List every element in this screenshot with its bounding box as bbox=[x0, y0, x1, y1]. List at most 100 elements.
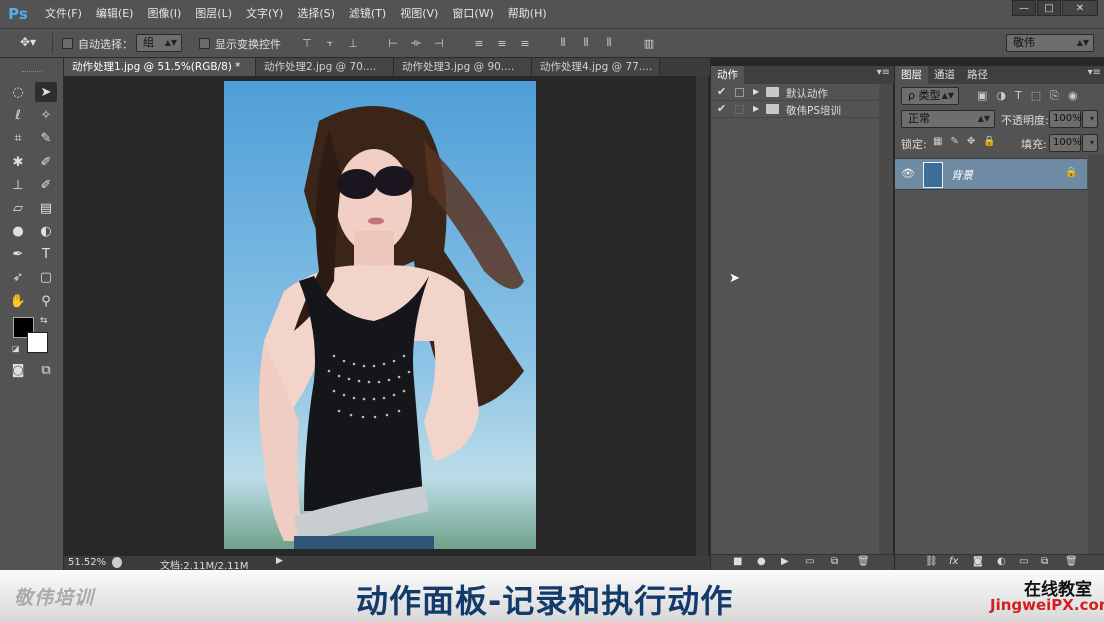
new-set-icon[interactable]: ▭ bbox=[805, 556, 814, 567]
type-tool-icon[interactable]: T bbox=[35, 244, 57, 264]
doc-tab-4[interactable]: 动作处理4.jpg @ 77.... bbox=[532, 58, 660, 76]
link-layers-icon[interactable]: ⛓ bbox=[925, 556, 938, 567]
clone-stamp-icon[interactable]: ⊥ bbox=[7, 175, 29, 195]
adjustment-layer-icon[interactable]: ◐ bbox=[997, 556, 1006, 567]
play-icon[interactable]: ▶ bbox=[781, 556, 789, 567]
pixel-filter-icon[interactable]: ▣ bbox=[977, 89, 987, 103]
expand-arrow-icon[interactable]: ▶ bbox=[753, 87, 759, 96]
eyedropper-icon[interactable]: ✎ bbox=[35, 128, 57, 148]
lock-all-icon[interactable]: 🔒 bbox=[983, 136, 995, 147]
pen-tool-icon[interactable]: ✒ bbox=[7, 244, 29, 264]
align-right-icon[interactable]: ⊣ bbox=[432, 36, 446, 50]
tab-layers[interactable]: 图层 bbox=[895, 66, 928, 84]
adjustment-filter-icon[interactable]: ◑ bbox=[996, 89, 1006, 103]
document-photo[interactable] bbox=[224, 81, 536, 549]
menu-window[interactable]: 窗口(W) bbox=[445, 0, 500, 28]
brush-tool-icon[interactable]: ✐ bbox=[35, 152, 57, 172]
menu-view[interactable]: 视图(V) bbox=[393, 0, 445, 28]
auto-align-icon[interactable]: ▥ bbox=[642, 36, 656, 50]
gradient-tool-icon[interactable]: ▤ bbox=[35, 198, 57, 218]
smart-object-filter-icon[interactable]: ⎘ bbox=[1050, 89, 1059, 103]
zoom-level[interactable]: 51.52% bbox=[68, 557, 106, 568]
shape-tool-icon[interactable]: ▢ bbox=[35, 267, 57, 287]
distribute-left-icon[interactable]: ⦀ bbox=[556, 36, 570, 50]
menu-help[interactable]: 帮助(H) bbox=[501, 0, 554, 28]
blend-mode-dropdown[interactable]: 正常 ▲▼ bbox=[901, 110, 995, 128]
distribute-bottom-icon[interactable]: ≡ bbox=[518, 36, 532, 50]
type-filter-icon[interactable]: T bbox=[1015, 89, 1022, 103]
menu-type[interactable]: 文字(Y) bbox=[239, 0, 290, 28]
align-hcenter-icon[interactable]: ⟛ bbox=[409, 36, 423, 50]
align-left-icon[interactable]: ⊢ bbox=[386, 36, 400, 50]
actions-scrollbar[interactable] bbox=[879, 84, 893, 554]
magic-wand-icon[interactable]: ✧ bbox=[35, 105, 57, 125]
layer-filter-dropdown[interactable]: ρ 类型 ▲▼ bbox=[901, 87, 959, 105]
action-set-row[interactable]: ✔ ▶ 默认动作 bbox=[711, 84, 879, 101]
default-colors-icon[interactable]: ◪ bbox=[12, 344, 20, 353]
menu-filter[interactable]: 滤镜(T) bbox=[342, 0, 393, 28]
close-button[interactable]: ✕ bbox=[1062, 0, 1098, 16]
doc-tab-2[interactable]: 动作处理2.jpg @ 70.... bbox=[256, 58, 394, 76]
fill-dropdown[interactable]: ▾ bbox=[1082, 134, 1098, 152]
new-group-icon[interactable]: ▭ bbox=[1019, 556, 1028, 567]
filter-toggle-icon[interactable]: ◉ bbox=[1068, 89, 1078, 103]
fx-icon[interactable]: fx bbox=[949, 556, 958, 567]
auto-select-checkbox[interactable] bbox=[62, 38, 73, 49]
fill-input[interactable]: 100% bbox=[1049, 134, 1082, 152]
record-icon[interactable]: ● bbox=[757, 556, 766, 567]
menu-image[interactable]: 图像(I) bbox=[140, 0, 188, 28]
distribute-hcenter-icon[interactable]: ⦀ bbox=[579, 36, 593, 50]
swap-colors-icon[interactable]: ⇆ bbox=[40, 316, 48, 326]
path-select-icon[interactable]: ➶ bbox=[7, 267, 29, 287]
doc-tab-1[interactable]: 动作处理1.jpg @ 51.5%(RGB/8) * bbox=[64, 58, 256, 76]
distribute-top-icon[interactable]: ≡ bbox=[472, 36, 486, 50]
blur-tool-icon[interactable]: ● bbox=[7, 221, 29, 241]
distribute-vcenter-icon[interactable]: ≡ bbox=[495, 36, 509, 50]
layer-row-background[interactable]: 👁 背景 🔒 bbox=[895, 158, 1087, 190]
marquee-tool-icon[interactable]: ◌ bbox=[7, 82, 29, 102]
shape-filter-icon[interactable]: ⬚ bbox=[1031, 89, 1041, 103]
menu-select[interactable]: 选择(S) bbox=[290, 0, 342, 28]
distribute-right-icon[interactable]: ⦀ bbox=[602, 36, 616, 50]
menu-file[interactable]: 文件(F) bbox=[38, 0, 89, 28]
panel-menu-icon[interactable]: ▾≡ bbox=[877, 67, 890, 78]
dialog-toggle-icon[interactable] bbox=[735, 88, 744, 97]
hand-tool-icon[interactable]: ✋ bbox=[7, 291, 29, 311]
show-transform-checkbox[interactable] bbox=[199, 38, 210, 49]
align-bottom-icon[interactable]: ⊥ bbox=[346, 36, 360, 50]
workspace-dropdown[interactable]: 敬伟 ▲▼ bbox=[1006, 34, 1094, 52]
trash-icon[interactable]: 🗑 bbox=[1065, 556, 1078, 567]
menu-layer[interactable]: 图层(L) bbox=[188, 0, 239, 28]
move-tool-icon[interactable]: ➤ bbox=[35, 82, 57, 102]
lock-transparent-icon[interactable]: ▦ bbox=[933, 136, 942, 147]
dodge-tool-icon[interactable]: ◐ bbox=[35, 221, 57, 241]
add-mask-icon[interactable]: ◙ bbox=[973, 556, 983, 567]
auto-select-dropdown[interactable]: 组 ▲▼ bbox=[136, 34, 182, 52]
minimize-button[interactable]: — bbox=[1012, 0, 1036, 16]
doc-tab-3[interactable]: 动作处理3.jpg @ 90.... bbox=[394, 58, 532, 76]
layers-scrollbar[interactable] bbox=[1088, 154, 1104, 554]
lock-pixels-icon[interactable]: ✎ bbox=[950, 136, 958, 147]
panel-menu-icon[interactable]: ▾≡ bbox=[1088, 67, 1101, 78]
toggle-check-icon[interactable]: ✔ bbox=[717, 102, 726, 115]
tab-channels[interactable]: 通道 bbox=[928, 66, 961, 84]
maximize-button[interactable]: □ bbox=[1037, 0, 1061, 16]
menu-edit[interactable]: 编辑(E) bbox=[89, 0, 141, 28]
zoom-tool-icon[interactable]: ⚲ bbox=[35, 291, 57, 311]
lasso-tool-icon[interactable]: ℓ bbox=[7, 105, 29, 125]
crop-tool-icon[interactable]: ⌗ bbox=[7, 128, 29, 148]
layer-name[interactable]: 背景 bbox=[951, 167, 973, 183]
tab-actions[interactable]: 动作 bbox=[711, 66, 744, 84]
new-action-icon[interactable]: ⧉ bbox=[831, 556, 838, 567]
expand-arrow-icon[interactable]: ▶ bbox=[753, 104, 759, 113]
lock-position-icon[interactable]: ✥ bbox=[967, 136, 975, 147]
stop-icon[interactable]: ■ bbox=[733, 556, 742, 567]
trash-icon[interactable]: 🗑 bbox=[857, 556, 870, 567]
background-color-swatch[interactable] bbox=[27, 332, 48, 353]
canvas-area[interactable] bbox=[64, 76, 710, 556]
visibility-eye-icon[interactable]: 👁 bbox=[901, 167, 915, 180]
status-menu-arrow-icon[interactable]: ▶ bbox=[276, 556, 283, 566]
dialog-toggle-icon[interactable] bbox=[735, 105, 744, 114]
history-brush-icon[interactable]: ✐ bbox=[35, 175, 57, 195]
new-layer-icon[interactable]: ⧉ bbox=[1041, 556, 1048, 567]
